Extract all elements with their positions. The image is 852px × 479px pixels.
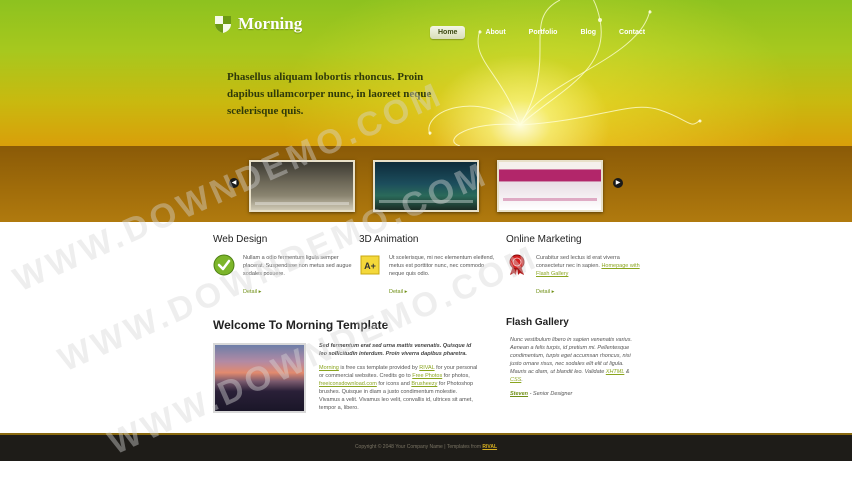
feature-text: Curabitur sed lectus id erat viverra con…: [536, 254, 646, 278]
welcome-text: for icons and: [376, 381, 412, 387]
checkmark-icon: [213, 254, 235, 276]
flash-gallery-title: Flash Gallery: [506, 317, 569, 328]
nav-blog[interactable]: Blog: [580, 29, 596, 36]
footer: Copyright © 2048 Your Company Name | Tem…: [0, 435, 852, 461]
header-tagline: Phasellus aliquam lobortis rhoncus. Proi…: [227, 71, 432, 117]
feature-web-design: Web Design Nullam a odio fermentum ligul…: [213, 234, 353, 298]
feature-content: Curabitur sed lectus id erat viverra con…: [536, 254, 646, 298]
feature-content: Ut scelerisque, mi nec elementum eleifen…: [389, 254, 499, 298]
nav-about[interactable]: About: [485, 29, 505, 36]
quote-text: .: [521, 377, 523, 383]
feature-detail-link[interactable]: Detail: [243, 289, 261, 295]
welcome-lead: Sed fermentum erat sed urna mattis venen…: [319, 343, 472, 357]
feature-body: Curabitur sed lectus id erat viverra con…: [506, 254, 646, 298]
logo[interactable]: Morning: [213, 14, 302, 34]
feature-body: Nullam a odio fermentum ligula semper pl…: [213, 254, 353, 298]
feature-content: Nullam a odio fermentum ligula semper pl…: [243, 254, 353, 298]
welcome-link-rival[interactable]: RIVAL: [419, 365, 434, 371]
feature-3d-animation: 3D Animation A+ Ut scelerisque, mi nec e…: [359, 234, 499, 298]
feature-text: Nullam a odio fermentum ligula semper pl…: [243, 255, 352, 277]
shield-logo-icon: [215, 16, 231, 33]
nav-portfolio[interactable]: Portfolio: [529, 29, 558, 36]
feature-text: Ut scelerisque, mi nec elementum eleifen…: [389, 255, 495, 277]
welcome-link-brusheezy[interactable]: Brusheezy: [411, 381, 437, 387]
slider-thumbnail[interactable]: [249, 160, 355, 212]
flash-gallery-quote: Nunc vestibulum libero in sapien venenat…: [510, 336, 640, 384]
feature-body: A+ Ut scelerisque, mi nec elementum elei…: [359, 254, 499, 298]
welcome-text: is free css template provided by: [338, 365, 420, 371]
a-plus-note-icon: A+: [360, 255, 380, 275]
slider-thumbnail[interactable]: [497, 160, 603, 212]
validate-xhtml-link[interactable]: XHTML: [606, 369, 625, 375]
award-ribbon-icon: [509, 254, 525, 275]
footer-copyright: Copyright © 2048 Your Company Name | Tem…: [0, 444, 852, 450]
welcome-text: for photos,: [442, 373, 470, 379]
slider-next-arrow-icon[interactable]: ▶: [613, 178, 623, 188]
feature-detail-link[interactable]: Detail: [389, 289, 407, 295]
main-nav: Home About Portfolio Blog Contact: [430, 26, 668, 39]
header: Morning Home About Portfolio Blog Contac…: [0, 0, 852, 146]
thumbnail-detail: [255, 202, 349, 205]
slider-prev-arrow-icon[interactable]: ◀: [229, 178, 239, 188]
feature-detail-link[interactable]: Detail: [536, 289, 554, 295]
welcome-link-icons[interactable]: freeiconsdownload.com: [319, 381, 377, 387]
footer-brand-link[interactable]: RIVAL: [482, 444, 497, 450]
svg-text:A+: A+: [364, 261, 376, 271]
validate-css-link[interactable]: CSS: [510, 377, 521, 383]
feature-title: Web Design: [213, 234, 268, 245]
slider-thumbnail[interactable]: [373, 160, 479, 212]
author-name-link[interactable]: Steven: [510, 391, 528, 397]
nav-contact[interactable]: Contact: [619, 29, 645, 36]
nav-home[interactable]: Home: [430, 26, 466, 39]
quote-author: Steven - Senior Designer: [510, 391, 640, 397]
feature-title: Online Marketing: [506, 234, 582, 245]
logo-text: Morning: [238, 14, 303, 33]
thumbnail-detail: [503, 198, 597, 201]
welcome-link-free-photos[interactable]: Free Photos: [412, 373, 442, 379]
feature-title: 3D Animation: [359, 234, 419, 245]
feature-online-marketing: Online Marketing Curabitur sed lectus id…: [506, 234, 646, 298]
copyright-text: Copyright © 2048 Your Company Name | Tem…: [354, 444, 483, 450]
sunset-landscape-image: [213, 343, 306, 413]
welcome-body: Morning is free css template provided by…: [319, 364, 479, 412]
thumbnail-detail: [379, 200, 473, 203]
welcome-title: Welcome To Morning Template: [213, 318, 389, 332]
portfolio-slider: ◀ ▶: [0, 146, 852, 222]
quote-text: &: [624, 369, 630, 375]
author-role: - Senior Designer: [528, 391, 573, 397]
welcome-link-morning[interactable]: Morning: [319, 365, 339, 371]
